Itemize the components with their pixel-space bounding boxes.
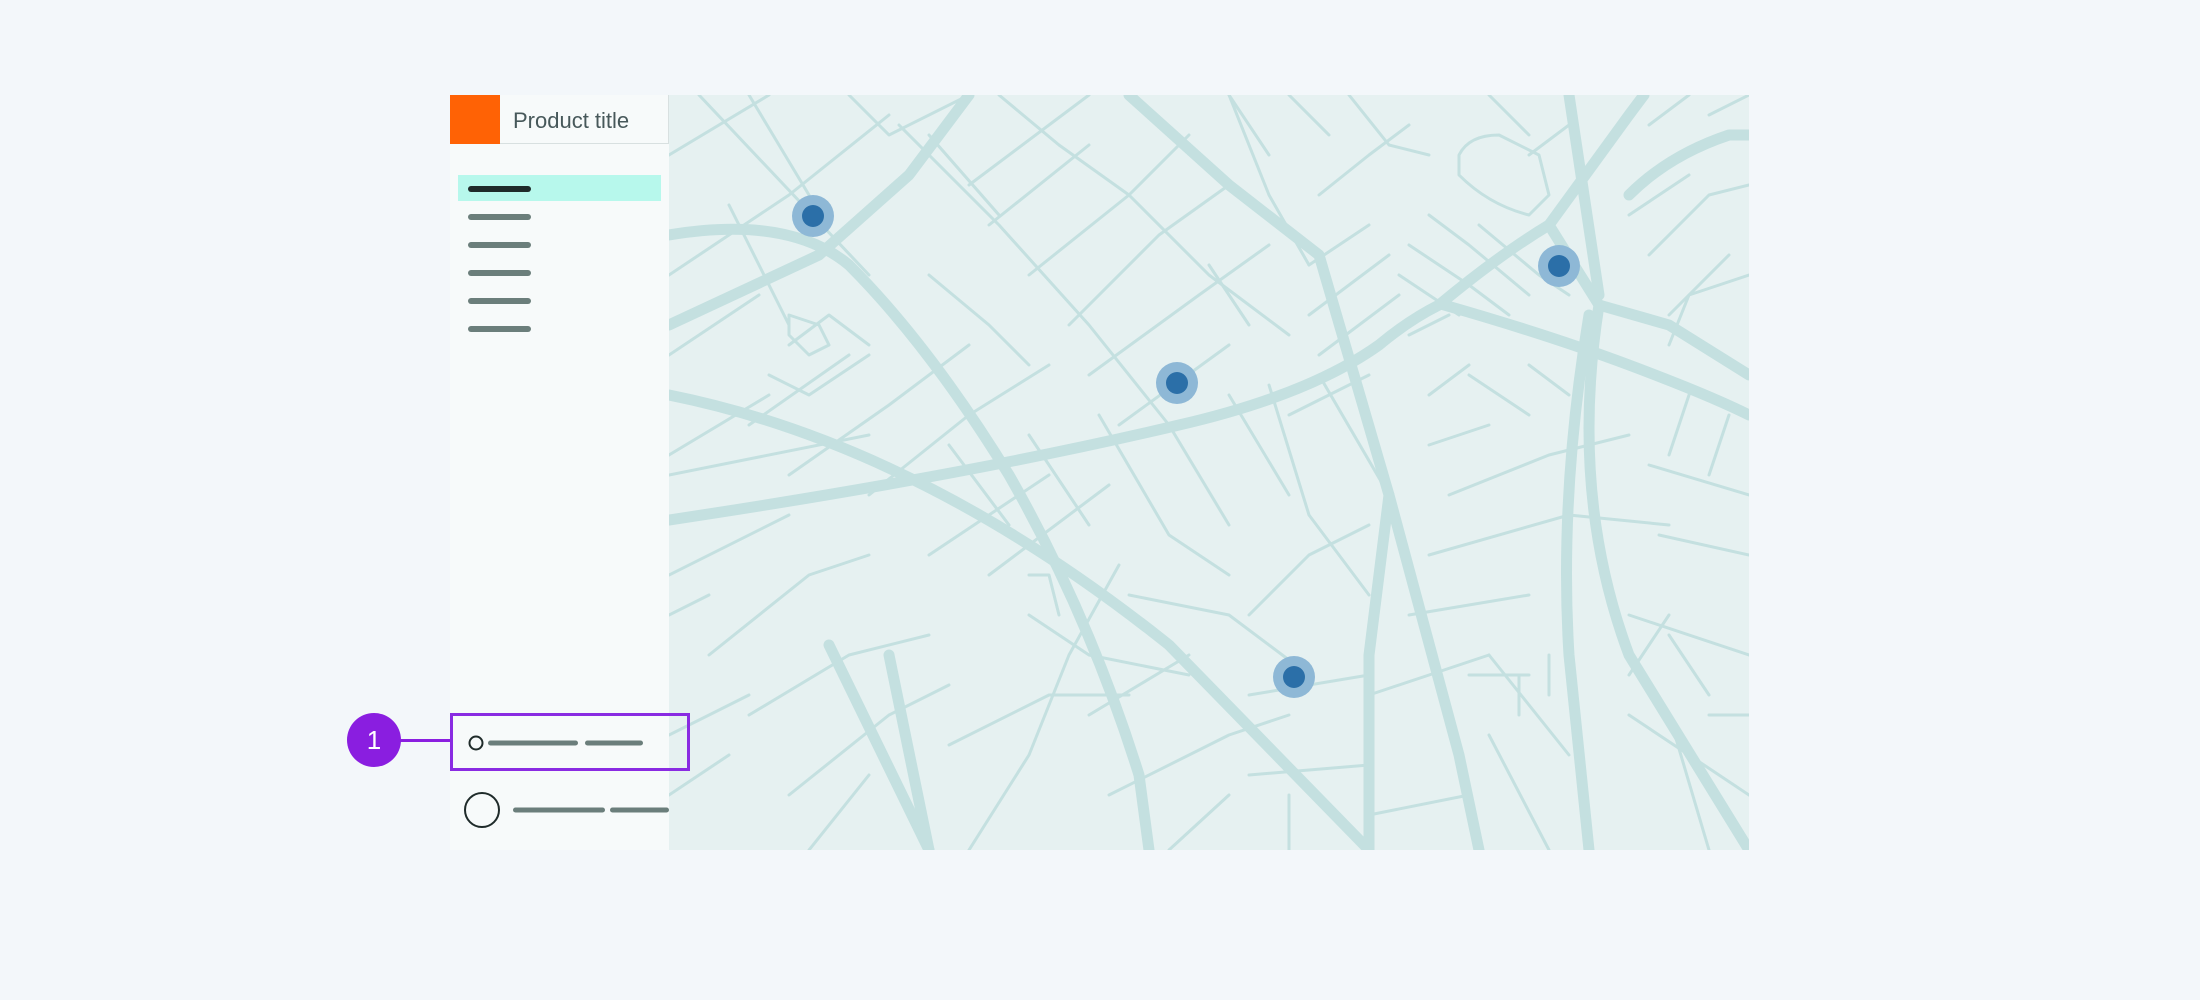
main-road	[1363, 489, 1395, 850]
sidebar-footer-item-2[interactable]	[450, 785, 669, 835]
main-road	[1583, 299, 1749, 850]
annotation-connector-line	[400, 739, 450, 742]
annotation-callout-badge: 1	[347, 713, 401, 767]
sidebar-item-5[interactable]	[458, 287, 661, 313]
sidebar-item-6[interactable]	[458, 315, 661, 341]
footer-item-2-graphic	[464, 792, 669, 828]
sidebar-item-label	[468, 214, 531, 220]
main-road	[1623, 129, 1749, 201]
sidebar-item-label	[468, 326, 531, 332]
sidebar-item-label	[468, 270, 531, 276]
sidebar-item-1[interactable]	[458, 175, 661, 201]
annotation-highlight-box	[450, 713, 690, 771]
sidebar-item-label	[468, 242, 531, 248]
header: Product title	[450, 95, 669, 144]
product-logo[interactable]	[450, 95, 500, 144]
sidebar-item-label	[468, 298, 531, 304]
map-canvas[interactable]	[669, 95, 1749, 850]
sidebar-item-label	[468, 186, 531, 192]
sidebar-item-3[interactable]	[458, 231, 661, 257]
map-marker-pin[interactable]	[1273, 656, 1315, 698]
page-title: Product title	[513, 108, 630, 133]
map-marker-pin[interactable]	[1538, 245, 1580, 287]
avatar-icon	[464, 792, 500, 828]
main-road	[823, 639, 935, 850]
map-markers	[792, 195, 1580, 698]
map-marker-pin[interactable]	[1156, 362, 1198, 404]
sidebar-item-4[interactable]	[458, 259, 661, 285]
main-road	[1123, 95, 1485, 850]
map-view[interactable]	[669, 95, 1749, 850]
sidebar-item-2[interactable]	[458, 203, 661, 229]
map-marker-pin[interactable]	[792, 195, 834, 237]
